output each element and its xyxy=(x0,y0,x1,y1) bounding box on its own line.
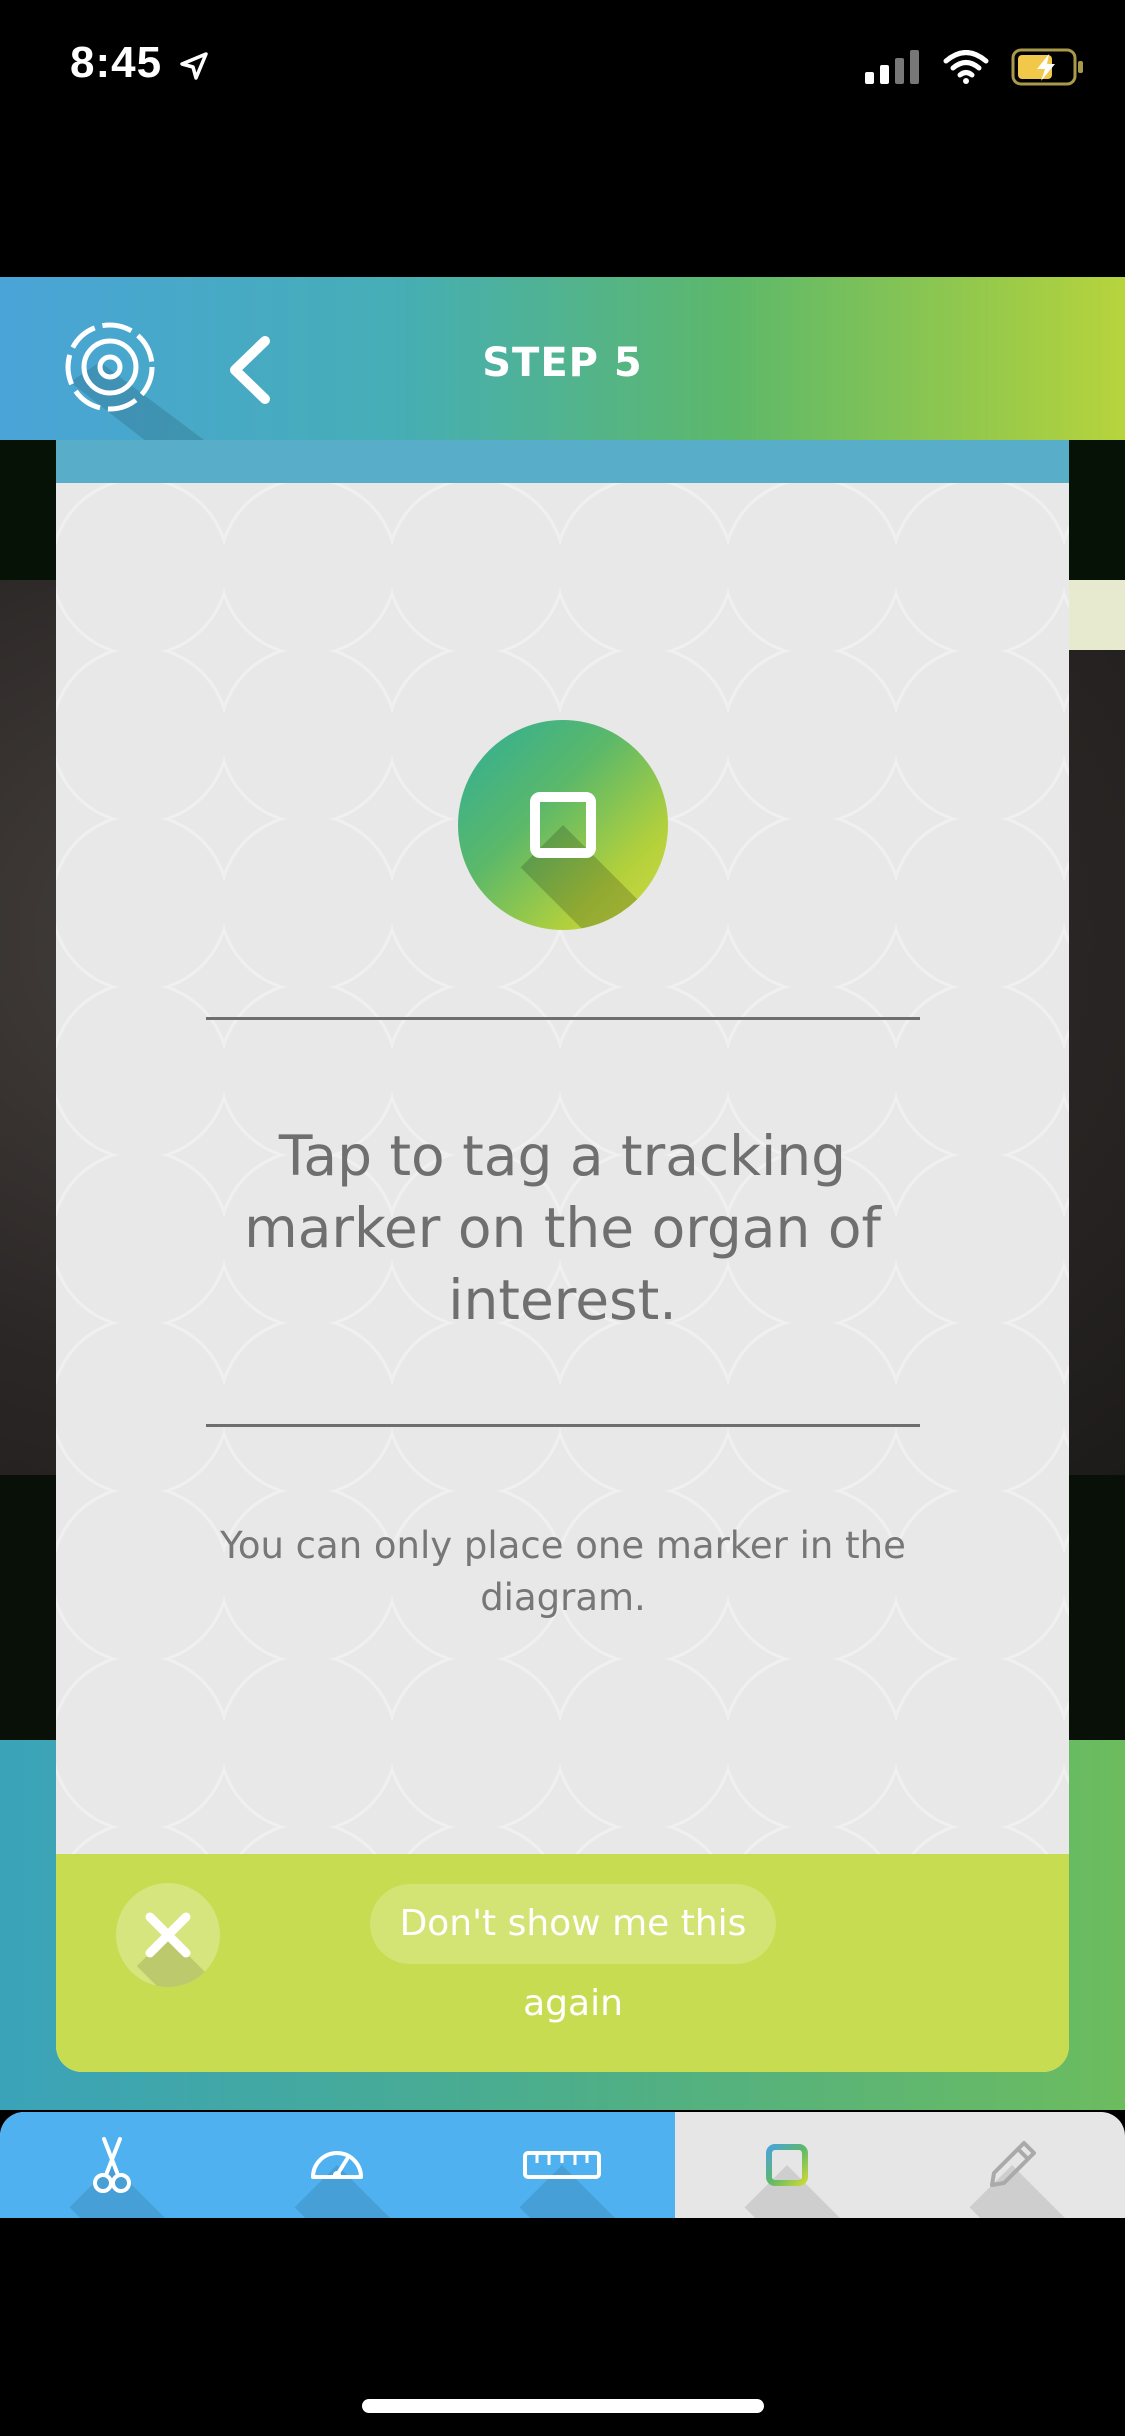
location-arrow-icon xyxy=(180,52,208,80)
tool-pencil[interactable] xyxy=(900,2112,1125,2218)
card-footer: Don't show me this again xyxy=(56,1854,1069,2072)
tool-marker[interactable] xyxy=(675,2112,900,2218)
dont-show-again-button[interactable]: Don't show me this again xyxy=(370,1884,776,2024)
close-icon xyxy=(145,1912,191,1958)
wifi-icon xyxy=(943,50,989,84)
status-icons xyxy=(865,48,1085,86)
scissors-icon xyxy=(93,2137,131,2193)
tip-note: You can only place one marker in the dia… xyxy=(220,1524,906,1619)
signal-icon xyxy=(865,50,919,84)
close-button[interactable] xyxy=(116,1883,220,1987)
step-title: STEP 5 xyxy=(482,340,643,386)
pencil-icon xyxy=(990,2141,1036,2187)
battery-charging-icon xyxy=(1011,48,1083,86)
card-top-bar xyxy=(56,440,1069,483)
camera-feed-highlight xyxy=(1068,580,1125,650)
tip-card: Tap to tag a tracking marker on the orga… xyxy=(56,440,1069,2072)
tracking-marker-icon xyxy=(458,720,668,930)
marker-square-icon xyxy=(766,2144,808,2186)
divider xyxy=(206,1017,920,1020)
status-time: 8:45 xyxy=(70,38,163,87)
tool-speedometer[interactable] xyxy=(225,2112,450,2218)
tip-message: Tap to tag a tracking marker on the orga… xyxy=(244,1124,881,1332)
marker-square-glyph xyxy=(530,792,596,858)
speedometer-icon xyxy=(311,2151,363,2179)
tool-ruler[interactable] xyxy=(450,2112,675,2218)
bottom-toolbar xyxy=(0,2112,1125,2218)
divider xyxy=(206,1424,920,1427)
home-indicator[interactable] xyxy=(362,2399,764,2413)
ruler-icon xyxy=(523,2151,601,2179)
tool-scissors[interactable] xyxy=(0,2112,225,2218)
